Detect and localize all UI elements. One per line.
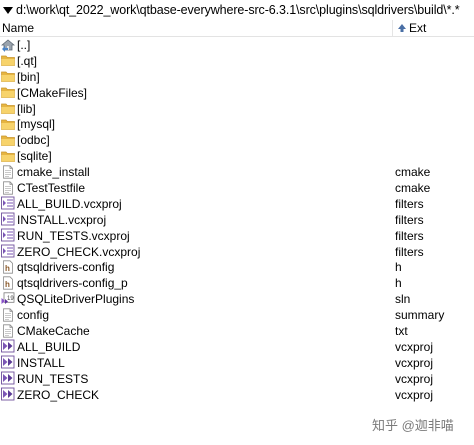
file-ext: summary: [395, 308, 445, 323]
file-ext: vcxproj: [395, 339, 434, 354]
file-row[interactable]: config summary: [0, 307, 474, 323]
folder-icon: [1, 117, 15, 131]
file-name: [lib]: [17, 101, 36, 116]
file-row[interactable]: h qtsqldrivers-config h: [0, 259, 474, 275]
file-ext: vcxproj: [395, 387, 434, 402]
file-row[interactable]: ZERO_CHECK vcxproj: [0, 387, 474, 403]
file-row[interactable]: 19 QSQLiteDriverPlugins sln: [0, 291, 474, 307]
vcxproj-filters-icon: [1, 196, 15, 210]
vcxproj-filters-icon: [1, 244, 15, 258]
file-row[interactable]: [odbc]: [0, 132, 474, 148]
file-name: [.qt]: [17, 53, 38, 68]
svg-text:19: 19: [7, 296, 14, 302]
file-ext: filters: [395, 244, 424, 259]
file-name: qtsqldrivers-config: [17, 260, 115, 275]
file-row[interactable]: [lib]: [0, 101, 474, 117]
file-name: INSTALL.vcxproj: [17, 212, 107, 227]
folder-icon: [1, 101, 15, 115]
file-name: qtsqldrivers-config_p: [17, 276, 128, 291]
watermark-text: 知乎 @迦非喵: [372, 418, 454, 433]
file-name: CTestTestfile: [17, 181, 86, 196]
solution-file-icon: 19: [1, 292, 15, 306]
vcxproj-icon: [1, 339, 15, 353]
file-ext: txt: [395, 324, 408, 339]
file-ext: h: [395, 260, 402, 275]
file-ext: h: [395, 276, 402, 291]
folder-icon: [1, 53, 15, 67]
text-file-icon: [1, 180, 15, 195]
file-row[interactable]: h qtsqldrivers-config_p h: [0, 275, 474, 291]
file-name: [sqlite]: [17, 149, 52, 164]
file-row[interactable]: cmake_install cmake: [0, 164, 474, 180]
file-ext: filters: [395, 228, 424, 243]
file-row[interactable]: [CMakeFiles]: [0, 85, 474, 101]
svg-text:h: h: [5, 264, 10, 273]
sort-down-arrow-icon[interactable]: [2, 4, 14, 16]
file-row[interactable]: CTestTestfile cmake: [0, 180, 474, 196]
column-separator[interactable]: [392, 20, 393, 36]
name-column-header[interactable]: Name: [2, 21, 34, 35]
file-name: [mysql]: [17, 117, 56, 132]
file-row[interactable]: INSTALL.vcxproj filters: [0, 212, 474, 228]
column-header: Name Ext: [0, 19, 474, 37]
sort-ascending-icon: [398, 24, 406, 32]
ext-column-header[interactable]: Ext: [398, 21, 426, 35]
file-row[interactable]: INSTALL vcxproj: [0, 355, 474, 371]
file-name: cmake_install: [17, 165, 90, 180]
watermark: 知乎 @迦非喵: [372, 415, 454, 434]
file-name: config: [17, 308, 50, 323]
file-row[interactable]: RUN_TESTS.vcxproj filters: [0, 228, 474, 244]
file-row[interactable]: [.qt]: [0, 53, 474, 69]
header-file-icon: h: [1, 276, 15, 290]
parent-dir-icon: [0, 38, 16, 52]
file-name: [..]: [17, 38, 31, 52]
vcxproj-icon: [1, 387, 15, 401]
path-bar[interactable]: d:\work\qt_2022_work\qtbase-everywhere-s…: [0, 0, 474, 19]
file-row[interactable]: [sqlite]: [0, 148, 474, 164]
file-name: CMakeCache: [17, 324, 90, 339]
folder-icon: [1, 133, 15, 147]
file-ext: filters: [395, 212, 424, 227]
file-ext: vcxproj: [395, 355, 434, 370]
vcxproj-icon: [1, 371, 15, 385]
svg-text:h: h: [5, 280, 10, 289]
file-name: RUN_TESTS.vcxproj: [17, 228, 130, 243]
file-ext: sln: [395, 292, 411, 307]
vcxproj-icon: [1, 355, 15, 369]
text-file-icon: [1, 308, 15, 322]
file-row[interactable]: ALL_BUILD vcxproj: [0, 339, 474, 355]
file-name: ZERO_CHECK.vcxproj: [17, 244, 141, 259]
file-row[interactable]: RUN_TESTS vcxproj: [0, 371, 474, 387]
file-name: ZERO_CHECK: [17, 387, 100, 402]
folder-icon: [1, 149, 15, 163]
file-row[interactable]: [bin]: [0, 69, 474, 85]
file-row[interactable]: [mysql]: [0, 116, 474, 132]
vcxproj-filters-icon: [1, 212, 15, 226]
file-ext: vcxproj: [395, 371, 434, 386]
file-name: [CMakeFiles]: [17, 85, 88, 100]
header-file-icon: h: [1, 260, 15, 274]
file-ext: cmake: [395, 165, 431, 180]
file-row[interactable]: ZERO_CHECK.vcxproj filters: [0, 244, 474, 260]
folder-icon: [1, 69, 15, 83]
file-name: [odbc]: [17, 133, 50, 148]
ext-column-label: Ext: [409, 21, 427, 35]
file-ext: cmake: [395, 181, 431, 196]
file-name: INSTALL: [17, 355, 65, 370]
vcxproj-filters-icon: [1, 228, 15, 242]
file-name: QSQLiteDriverPlugins: [17, 292, 135, 307]
file-list[interactable]: [..] [.qt] [bin] [CMakeFiles] [lib] [mysql] [o…: [0, 37, 474, 402]
current-path: d:\work\qt_2022_work\qtbase-everywhere-s…: [16, 2, 460, 17]
file-name: RUN_TESTS: [17, 371, 89, 386]
file-name: [bin]: [17, 69, 40, 84]
file-row[interactable]: ALL_BUILD.vcxproj filters: [0, 196, 474, 212]
text-file-icon: [1, 165, 15, 179]
file-ext: filters: [395, 196, 424, 211]
file-row[interactable]: CMakeCache txt: [0, 323, 474, 339]
text-file-icon: [1, 323, 15, 338]
file-name: ALL_BUILD.vcxproj: [17, 196, 122, 211]
file-name: ALL_BUILD: [17, 339, 81, 354]
file-row[interactable]: [..]: [0, 37, 474, 53]
folder-icon: [1, 85, 15, 99]
